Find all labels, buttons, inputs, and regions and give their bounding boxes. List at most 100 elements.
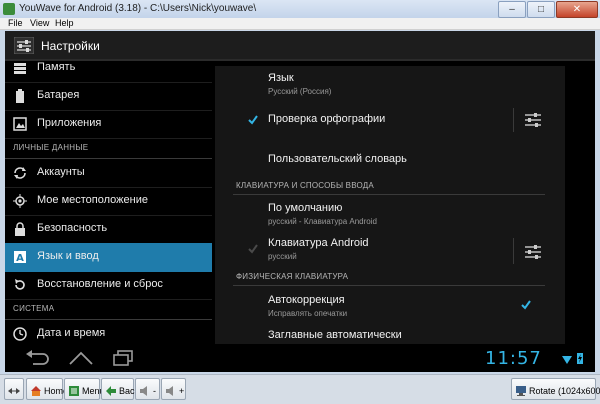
window-title-bar[interactable]: YouWave for Android (3.18) - C:\Users\Ni… <box>0 0 600 19</box>
settings-app-icon[interactable] <box>14 37 34 54</box>
android-keyboard-checkbox[interactable] <box>247 243 259 255</box>
emulator-toolbar: Home Menu Back - + Rotate (1024x600) <box>0 374 600 404</box>
sidebar-item-storage[interactable]: Память <box>5 61 212 83</box>
sidebar-item-label: Мое местоположение <box>37 194 148 206</box>
action-bar: Настройки <box>5 31 595 61</box>
menu-button[interactable]: Menu <box>64 378 105 400</box>
back-icon[interactable] <box>23 348 51 368</box>
back-arrow-icon <box>106 385 116 396</box>
restore-icon <box>15 279 25 290</box>
pref-title: По умолчанию <box>268 202 343 214</box>
pref-user-dictionary[interactable]: Пользовательский словарь <box>215 140 565 178</box>
volume-up-label: + <box>179 385 185 396</box>
volume-down-button[interactable]: - <box>135 378 160 400</box>
sidebar-item-label: Язык и ввод <box>37 250 99 262</box>
sidebar-item-backup[interactable]: Восстановление и сброс <box>5 271 212 300</box>
section-header-system: СИСТЕМА <box>5 299 212 320</box>
divider <box>513 108 514 132</box>
sidebar-item-label: Приложения <box>37 117 102 129</box>
language-input-settings[interactable]: Язык Русский (Россия) Проверка орфографи… <box>215 66 565 344</box>
sidebar-item-location[interactable]: Мое местоположение <box>5 187 212 216</box>
swap-button[interactable] <box>4 378 24 400</box>
pref-summary: Русский (Россия) <box>268 87 332 96</box>
pref-summary: русский - Клавиатура Android <box>268 217 377 226</box>
divider <box>513 238 514 264</box>
page-title: Настройки <box>41 39 100 53</box>
battery-charging-icon <box>577 353 583 364</box>
section-header-physical-keyboard: ФИЗИЧЕСКАЯ КЛАВИАТУРА <box>233 269 545 286</box>
menu-bar: File View Help <box>0 18 600 30</box>
sidebar-item-battery[interactable]: Батарея <box>5 82 212 111</box>
pref-android-keyboard[interactable]: Клавиатура Android русский <box>215 232 565 272</box>
pref-title: Проверка орфографии <box>268 113 386 125</box>
pref-summary: Исправлять опечатки <box>268 309 348 318</box>
pref-default-input[interactable]: По умолчанию русский - Клавиатура Androi… <box>215 196 565 232</box>
pref-title: Клавиатура Android <box>268 237 369 249</box>
sidebar-item-datetime[interactable]: Дата и время <box>5 320 212 344</box>
rotate-button[interactable]: Rotate (1024x600) <box>511 378 600 400</box>
location-icon <box>13 194 27 208</box>
system-nav-bar: 11:57 <box>5 344 595 372</box>
recent-apps-icon[interactable] <box>109 348 137 368</box>
menu-icon <box>69 385 79 396</box>
menu-view[interactable]: View <box>30 18 49 29</box>
back-button[interactable]: Back <box>101 378 139 400</box>
app-icon <box>3 3 15 15</box>
pref-language[interactable]: Язык Русский (Россия) <box>215 66 565 100</box>
battery-icon <box>16 89 24 103</box>
section-header-keyboard: КЛАВИАТУРА И СПОСОБЫ ВВОДА <box>233 178 545 195</box>
sidebar-item-label: Дата и время <box>37 327 106 339</box>
storage-icon <box>14 63 26 74</box>
volume-up-button[interactable]: + <box>161 378 186 400</box>
wifi-icon <box>562 356 572 364</box>
section-header-label: СИСТЕМА <box>13 304 55 313</box>
pref-title: Язык <box>268 72 294 84</box>
sidebar-item-security[interactable]: Безопасность <box>5 215 212 244</box>
pref-autocorrect[interactable]: Автокоррекция Исправлять опечатки <box>215 288 565 324</box>
pref-spellcheck[interactable]: Проверка орфографии <box>215 100 565 140</box>
android-screen: Настройки Память Батарея Приложения ЛИЧН… <box>5 31 595 372</box>
speaker-icon <box>140 385 147 396</box>
spellcheck-settings-icon[interactable] <box>523 111 543 129</box>
sidebar-item-apps[interactable]: Приложения <box>5 110 212 139</box>
pref-title: Пользовательский словарь <box>268 153 407 165</box>
menu-file[interactable]: File <box>8 18 23 29</box>
pref-autocaps[interactable]: Заглавные автоматически <box>215 324 565 344</box>
maximize-button[interactable]: □ <box>527 1 555 18</box>
settings-list[interactable]: Память Батарея Приложения ЛИЧНЫЕ ДАННЫЕ <box>5 61 212 344</box>
section-header-personal: ЛИЧНЫЕ ДАННЫЕ <box>5 138 212 159</box>
spellcheck-checkbox[interactable] <box>247 114 259 126</box>
status-clock: 11:57 <box>485 348 542 369</box>
sidebar-item-language[interactable]: A Язык и ввод <box>5 243 212 272</box>
arrows-icon <box>8 387 20 394</box>
sidebar-item-label: Восстановление и сброс <box>37 278 163 290</box>
lock-icon <box>15 222 25 236</box>
sidebar-item-label: Аккаунты <box>37 166 85 178</box>
minimize-button[interactable]: – <box>498 1 526 18</box>
volume-down-label: - <box>153 385 156 396</box>
home-button[interactable]: Home <box>26 378 68 400</box>
pref-title: Автокоррекция <box>268 294 345 306</box>
sidebar-item-label: Память <box>37 61 76 73</box>
menu-help[interactable]: Help <box>55 18 74 29</box>
window-title: YouWave for Android (3.18) - C:\Users\Ni… <box>19 3 257 14</box>
sidebar-item-label: Безопасность <box>37 222 108 234</box>
section-header-label: ФИЗИЧЕСКАЯ КЛАВИАТУРА <box>236 272 349 281</box>
home-icon[interactable] <box>67 348 95 368</box>
svg-text:A: A <box>16 253 24 264</box>
sidebar-item-accounts[interactable]: Аккаунты <box>5 159 212 188</box>
clock-icon <box>13 327 27 341</box>
pref-summary: русский <box>268 252 297 261</box>
pref-title: Заглавные автоматически <box>268 329 402 341</box>
rotate-button-label: Rotate (1024x600) <box>529 385 600 396</box>
speaker-loud-icon <box>166 385 173 396</box>
keyboard-settings-icon[interactable] <box>523 243 543 261</box>
close-button[interactable]: ✕ <box>556 1 598 18</box>
sync-icon <box>14 167 26 179</box>
house-icon <box>31 385 41 396</box>
autocorrect-checkbox[interactable] <box>520 299 532 311</box>
language-icon: A <box>14 251 26 264</box>
window-controls: – □ ✕ <box>497 1 598 18</box>
monitor-icon <box>516 385 526 396</box>
section-header-label: ЛИЧНЫЕ ДАННЫЕ <box>13 143 89 152</box>
